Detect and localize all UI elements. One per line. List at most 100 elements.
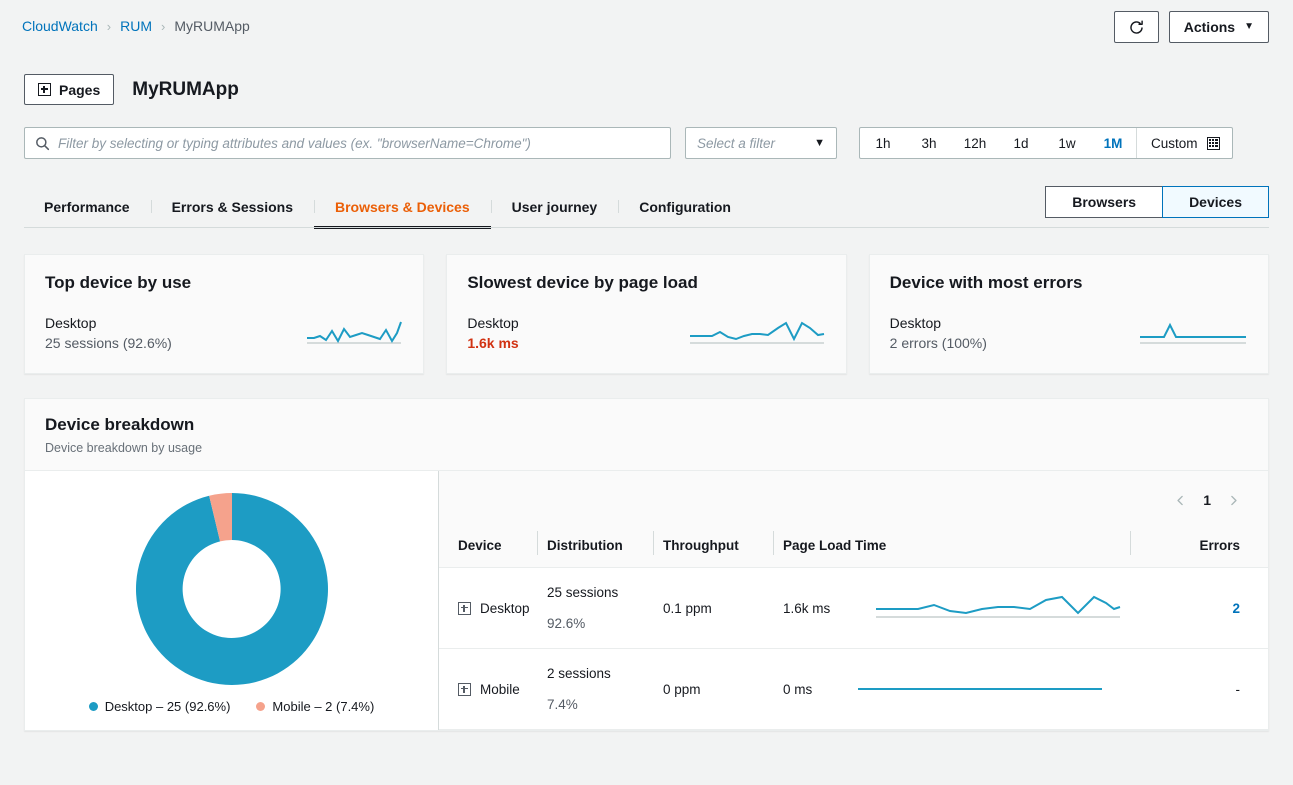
donut-legend: Desktop – 25 (92.6%) Mobile – 2 (7.4%) bbox=[88, 699, 374, 714]
tab-errors-sessions[interactable]: Errors & Sessions bbox=[150, 199, 314, 228]
sparkline-most-errors bbox=[1138, 317, 1248, 347]
sparkline-top-device bbox=[305, 317, 403, 347]
table-row[interactable]: Mobile 2 sessions 7.4% 0 ppm 0 ms - bbox=[439, 648, 1268, 730]
time-range-1h[interactable]: 1h bbox=[860, 128, 906, 158]
actions-button[interactable]: Actions ▼ bbox=[1168, 11, 1269, 43]
summary-cards: Top device by use Desktop 25 sessions (9… bbox=[0, 228, 1293, 374]
breadcrumb-rum[interactable]: RUM bbox=[120, 18, 152, 34]
device-breakdown-panel: Device breakdown Device breakdown by usa… bbox=[24, 398, 1269, 731]
cell-throughput: 0.1 ppm bbox=[663, 567, 783, 649]
card-value: 2 errors (100%) bbox=[889, 335, 987, 351]
calendar-icon bbox=[1206, 136, 1220, 150]
time-range-1d[interactable]: 1d bbox=[998, 128, 1044, 158]
pages-button[interactable]: Pages bbox=[24, 74, 115, 105]
table-header-row: Device Distribution Throughput Page Load… bbox=[439, 529, 1268, 568]
time-range-12h[interactable]: 12h bbox=[952, 128, 998, 158]
breadcrumb: CloudWatch › RUM › MyRUMApp bbox=[0, 0, 1293, 34]
panel-header: Device breakdown Device breakdown by usa… bbox=[25, 399, 1268, 470]
tab-performance[interactable]: Performance bbox=[24, 199, 151, 228]
table-row[interactable]: Desktop 25 sessions 92.6% 0.1 ppm 1.6k m… bbox=[439, 567, 1268, 649]
cell-distribution-percent: 92.6% bbox=[547, 616, 586, 631]
pagination-prev-icon[interactable] bbox=[1174, 494, 1187, 507]
column-header-device[interactable]: Device bbox=[439, 529, 547, 568]
card-device: Desktop bbox=[467, 315, 519, 331]
time-range-1m[interactable]: 1M bbox=[1090, 128, 1136, 158]
tabs: Performance Errors & Sessions Browsers &… bbox=[24, 199, 752, 229]
expand-row-icon[interactable] bbox=[458, 601, 471, 615]
device-table: Device Distribution Throughput Page Load… bbox=[439, 529, 1268, 730]
pagination-next-icon[interactable] bbox=[1227, 494, 1240, 507]
segment-browsers[interactable]: Browsers bbox=[1045, 186, 1164, 218]
tab-user-journey[interactable]: User journey bbox=[490, 199, 619, 228]
select-filter-label: Select a filter bbox=[697, 135, 776, 151]
page-header: Pages MyRUMApp bbox=[24, 74, 1293, 105]
pages-button-label: Pages bbox=[59, 81, 101, 98]
filter-bar: Select a filter ▼ 1h 3h 12h 1d 1w 1M Cus… bbox=[24, 127, 1293, 159]
breadcrumb-cloudwatch[interactable]: CloudWatch bbox=[22, 18, 98, 34]
sparkline-slowest-device bbox=[688, 317, 826, 347]
time-range-1w[interactable]: 1w bbox=[1044, 128, 1090, 158]
segment-devices[interactable]: Devices bbox=[1162, 186, 1269, 218]
search-input[interactable] bbox=[58, 128, 660, 158]
search-icon bbox=[35, 136, 50, 151]
chevron-down-icon: ▼ bbox=[1244, 21, 1254, 32]
time-range-3h[interactable]: 3h bbox=[906, 128, 952, 158]
tab-configuration[interactable]: Configuration bbox=[618, 199, 752, 228]
panel-title: Device breakdown bbox=[45, 415, 195, 434]
cell-distribution-percent: 7.4% bbox=[547, 697, 578, 712]
column-header-page-load-time[interactable]: Page Load Time bbox=[773, 529, 1168, 568]
select-filter-dropdown[interactable]: Select a filter ▼ bbox=[685, 127, 837, 159]
sparkline-desktop-page-load bbox=[874, 595, 1122, 621]
cell-device: Desktop bbox=[480, 600, 530, 616]
card-value: 25 sessions (92.6%) bbox=[45, 335, 172, 351]
chevron-down-icon: ▼ bbox=[814, 136, 825, 149]
tab-underline bbox=[24, 227, 1269, 228]
cell-page-load-time: 0 ms bbox=[783, 681, 813, 697]
time-range-custom[interactable]: Custom bbox=[1136, 128, 1232, 158]
actions-label: Actions bbox=[1183, 19, 1236, 35]
cell-device: Mobile bbox=[480, 681, 520, 697]
browsers-devices-toggle: Browsers Devices bbox=[1045, 186, 1269, 218]
legend-dot-mobile bbox=[256, 702, 266, 711]
top-actions: Actions ▼ bbox=[1113, 11, 1269, 43]
device-table-area: 1 Device Distribution Throughput Page Lo… bbox=[439, 471, 1268, 730]
refresh-icon bbox=[1128, 19, 1145, 36]
tab-browsers-devices[interactable]: Browsers & Devices bbox=[313, 199, 491, 229]
breadcrumb-separator-icon: › bbox=[106, 18, 112, 34]
pagination-page-1[interactable]: 1 bbox=[1203, 492, 1211, 508]
legend-item-mobile[interactable]: Mobile – 2 (7.4%) bbox=[256, 699, 374, 714]
breadcrumb-separator-icon: › bbox=[160, 18, 166, 34]
column-header-errors[interactable]: Errors bbox=[1130, 529, 1268, 568]
card-value: 1.6k ms bbox=[467, 335, 519, 351]
expand-row-icon[interactable] bbox=[458, 682, 471, 696]
card-device: Desktop bbox=[889, 315, 942, 331]
legend-dot-desktop bbox=[88, 702, 98, 711]
custom-label: Custom bbox=[1151, 135, 1198, 151]
column-header-throughput[interactable]: Throughput bbox=[653, 529, 783, 568]
card-title: Slowest device by page load bbox=[467, 273, 698, 292]
panel-subtitle: Device breakdown by usage bbox=[45, 441, 203, 455]
legend-label-mobile: Mobile – 2 (7.4%) bbox=[272, 699, 375, 714]
card-title: Device with most errors bbox=[889, 273, 1083, 292]
tab-bar: Performance Errors & Sessions Browsers &… bbox=[0, 186, 1293, 229]
table-toolbar: 1 bbox=[439, 471, 1268, 529]
legend-label-desktop: Desktop – 25 (92.6%) bbox=[104, 699, 231, 714]
donut-chart bbox=[135, 493, 328, 685]
refresh-button[interactable] bbox=[1113, 11, 1159, 43]
pagination: 1 bbox=[1174, 492, 1240, 508]
sparkline-mobile-page-load bbox=[856, 676, 1104, 702]
cell-errors-link[interactable]: 2 bbox=[1232, 601, 1240, 616]
expand-box-icon bbox=[38, 83, 51, 96]
breadcrumb-current: MyRUMApp bbox=[174, 18, 250, 34]
cell-page-load-time: 1.6k ms bbox=[783, 600, 831, 616]
card-device-with-most-errors: Device with most errors Desktop 2 errors… bbox=[868, 254, 1269, 374]
card-device: Desktop bbox=[45, 315, 97, 331]
time-range-selector: 1h 3h 12h 1d 1w 1M Custom bbox=[859, 127, 1233, 159]
legend-item-desktop[interactable]: Desktop – 25 (92.6%) bbox=[88, 699, 231, 714]
search-box[interactable] bbox=[24, 127, 671, 159]
column-header-distribution[interactable]: Distribution bbox=[537, 529, 663, 568]
page-title: MyRUMApp bbox=[132, 78, 239, 100]
donut-chart-area: Desktop – 25 (92.6%) Mobile – 2 (7.4%) bbox=[25, 471, 439, 730]
cell-distribution-sessions: 25 sessions bbox=[547, 585, 619, 600]
cell-throughput: 0 ppm bbox=[663, 648, 783, 730]
